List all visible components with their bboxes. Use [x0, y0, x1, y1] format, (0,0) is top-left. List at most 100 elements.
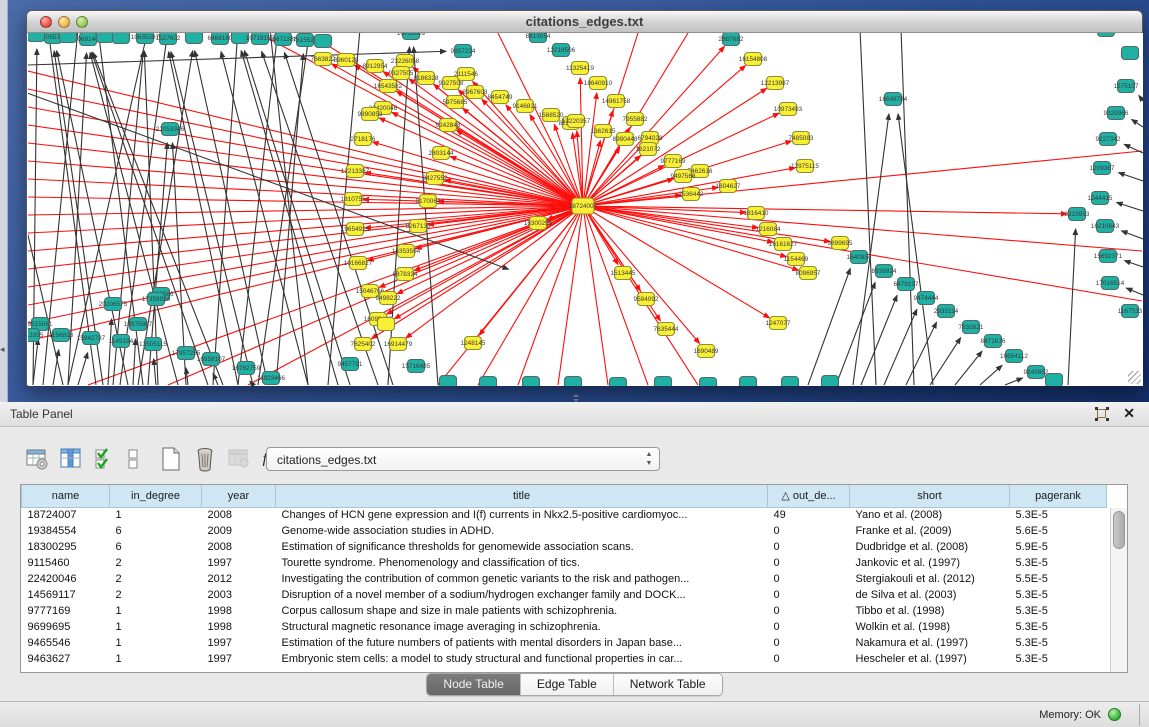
- table-cell[interactable]: Genome-wide association studies in ADHD.: [276, 523, 768, 539]
- graph-node[interactable]: 10654112: [1000, 350, 1028, 363]
- edge[interactable]: [1125, 261, 1143, 267]
- graph-node[interactable]: 1247077: [766, 317, 791, 330]
- graph-node[interactable]: [113, 33, 130, 44]
- scrollbar-thumb[interactable]: [1113, 511, 1125, 549]
- graph-node[interactable]: 8960128: [334, 54, 359, 67]
- table-row[interactable]: 1938455462009Genome-wide association stu…: [22, 523, 1107, 539]
- close-panel-icon[interactable]: ✕: [1123, 405, 1135, 422]
- table-cell[interactable]: Yano et al. (2008): [850, 507, 1010, 523]
- edge[interactable]: [583, 206, 608, 385]
- table-cell[interactable]: 5.3E-5: [1010, 635, 1107, 651]
- table-cell[interactable]: 5.3E-5: [1010, 587, 1107, 603]
- memory-ok-indicator-icon[interactable]: [1108, 708, 1121, 721]
- table-cell[interactable]: 9465546: [22, 635, 110, 651]
- column-header-in_degree[interactable]: in_degree: [110, 485, 202, 507]
- edge[interactable]: [583, 206, 769, 318]
- float-panel-icon[interactable]: [1095, 407, 1109, 421]
- table-row[interactable]: 2242004622012Investigating the contribut…: [22, 571, 1107, 587]
- table-cell[interactable]: Wolkin et al. (1998): [850, 619, 1010, 635]
- table-row[interactable]: 946362711997Embryonic stem cells: a mode…: [22, 651, 1107, 667]
- column-header-out_de[interactable]: △ out_de...: [768, 485, 850, 507]
- table-cell[interactable]: 5.3E-5: [1010, 555, 1107, 571]
- edge[interactable]: [583, 93, 597, 206]
- edge[interactable]: [28, 89, 583, 206]
- network-window-titlebar[interactable]: citations_edges.txt: [27, 11, 1142, 33]
- table-cell[interactable]: 18300295: [22, 539, 110, 555]
- table-cell[interactable]: 14569117: [22, 587, 110, 603]
- edge[interactable]: [328, 33, 360, 385]
- edge[interactable]: [478, 206, 583, 385]
- table-cell[interactable]: 1998: [202, 603, 276, 619]
- table-cell[interactable]: 1: [110, 603, 202, 619]
- network-graph[interactable]: 2405572420691406106552871527602646616010…: [28, 33, 1143, 386]
- graph-node[interactable]: 9777169: [661, 155, 686, 168]
- network-view-window[interactable]: citations_edges.txt 24055724206914061065…: [26, 10, 1143, 386]
- graph-node[interactable]: [610, 378, 627, 387]
- graph-node[interactable]: 16154808: [739, 53, 768, 66]
- column-header-name[interactable]: name: [22, 485, 110, 507]
- table-cell[interactable]: 1: [110, 635, 202, 651]
- edge[interactable]: [1119, 173, 1143, 181]
- table-cell[interactable]: de Silva et al. (2003): [850, 587, 1010, 603]
- graph-node[interactable]: 11923466: [257, 372, 285, 385]
- edge[interactable]: [28, 206, 583, 287]
- edge[interactable]: [262, 52, 378, 385]
- select-all-icon[interactable]: [90, 444, 120, 474]
- column-header-year[interactable]: year: [202, 485, 276, 507]
- graph-node[interactable]: 12975115: [791, 160, 819, 173]
- table-cell[interactable]: 5.5E-5: [1010, 571, 1107, 587]
- table-cell[interactable]: 2008: [202, 507, 276, 523]
- graph-node[interactable]: 9327505: [389, 67, 414, 80]
- graph-node[interactable]: 5975685: [443, 96, 468, 109]
- table-cell[interactable]: 0: [768, 603, 850, 619]
- graph-node[interactable]: 7485083: [789, 132, 814, 145]
- graph-node[interactable]: [480, 377, 497, 387]
- table-cell[interactable]: 19384554: [22, 523, 110, 539]
- graph-node[interactable]: 1209387: [1090, 162, 1115, 175]
- graph-node[interactable]: [97, 33, 114, 43]
- table-cell[interactable]: 2008: [202, 539, 276, 555]
- graph-node[interactable]: 7625402: [351, 338, 376, 351]
- graph-node[interactable]: 16161627: [769, 238, 798, 251]
- graph-node[interactable]: [378, 318, 395, 331]
- edge[interactable]: [133, 339, 136, 385]
- graph-node[interactable]: 15692371: [1094, 250, 1123, 263]
- table-cell[interactable]: 0: [768, 651, 850, 667]
- edge[interactable]: [1121, 231, 1143, 239]
- graph-node[interactable]: [1098, 33, 1115, 37]
- graph-node[interactable]: 8912954: [363, 60, 388, 73]
- table-cell[interactable]: Tourette syndrome. Phenomenology and cla…: [276, 555, 768, 571]
- edge[interactable]: [406, 206, 583, 338]
- edge[interactable]: [583, 206, 1067, 214]
- graph-node[interactable]: 14961758: [602, 95, 631, 108]
- graph-node[interactable]: 13505115: [139, 338, 167, 351]
- tab-network-table[interactable]: Network Table: [614, 674, 722, 695]
- edge[interactable]: [853, 114, 889, 385]
- table-row[interactable]: 1456911722003Disruption of a novel membe…: [22, 587, 1107, 603]
- table-cell[interactable]: Tibbo et al. (1998): [850, 603, 1010, 619]
- table-row[interactable]: 911546021997Tourette syndrome. Phenomeno…: [22, 555, 1107, 571]
- edge[interactable]: [583, 206, 700, 343]
- graph-node[interactable]: 1167533: [1118, 305, 1143, 318]
- edge[interactable]: [898, 114, 933, 385]
- table-cell[interactable]: Estimation of the future numbers of pati…: [276, 635, 768, 651]
- table-settings-icon[interactable]: [22, 444, 52, 474]
- graph-node[interactable]: 1154469: [784, 253, 809, 266]
- table-cell[interactable]: 1997: [202, 635, 276, 651]
- edge[interactable]: [221, 52, 308, 385]
- graph-node[interactable]: 2887682: [719, 33, 744, 46]
- graph-node[interactable]: 2111546: [454, 68, 478, 81]
- edge[interactable]: [1117, 202, 1143, 211]
- tab-node-table[interactable]: Node Table: [427, 674, 521, 695]
- graph-node[interactable]: [782, 377, 799, 387]
- edge[interactable]: [860, 33, 876, 385]
- edge[interactable]: [270, 33, 308, 385]
- graph-node[interactable]: 1810755: [341, 193, 366, 206]
- edge[interactable]: [980, 365, 1002, 385]
- table-cell[interactable]: 1: [110, 651, 202, 667]
- edge[interactable]: [108, 319, 112, 385]
- graph-node[interactable]: 9474444: [914, 292, 939, 305]
- delete-column-icon[interactable]: [224, 444, 254, 474]
- graph-node[interactable]: 17016514: [1096, 277, 1125, 290]
- table-cell[interactable]: 5.6E-5: [1010, 523, 1107, 539]
